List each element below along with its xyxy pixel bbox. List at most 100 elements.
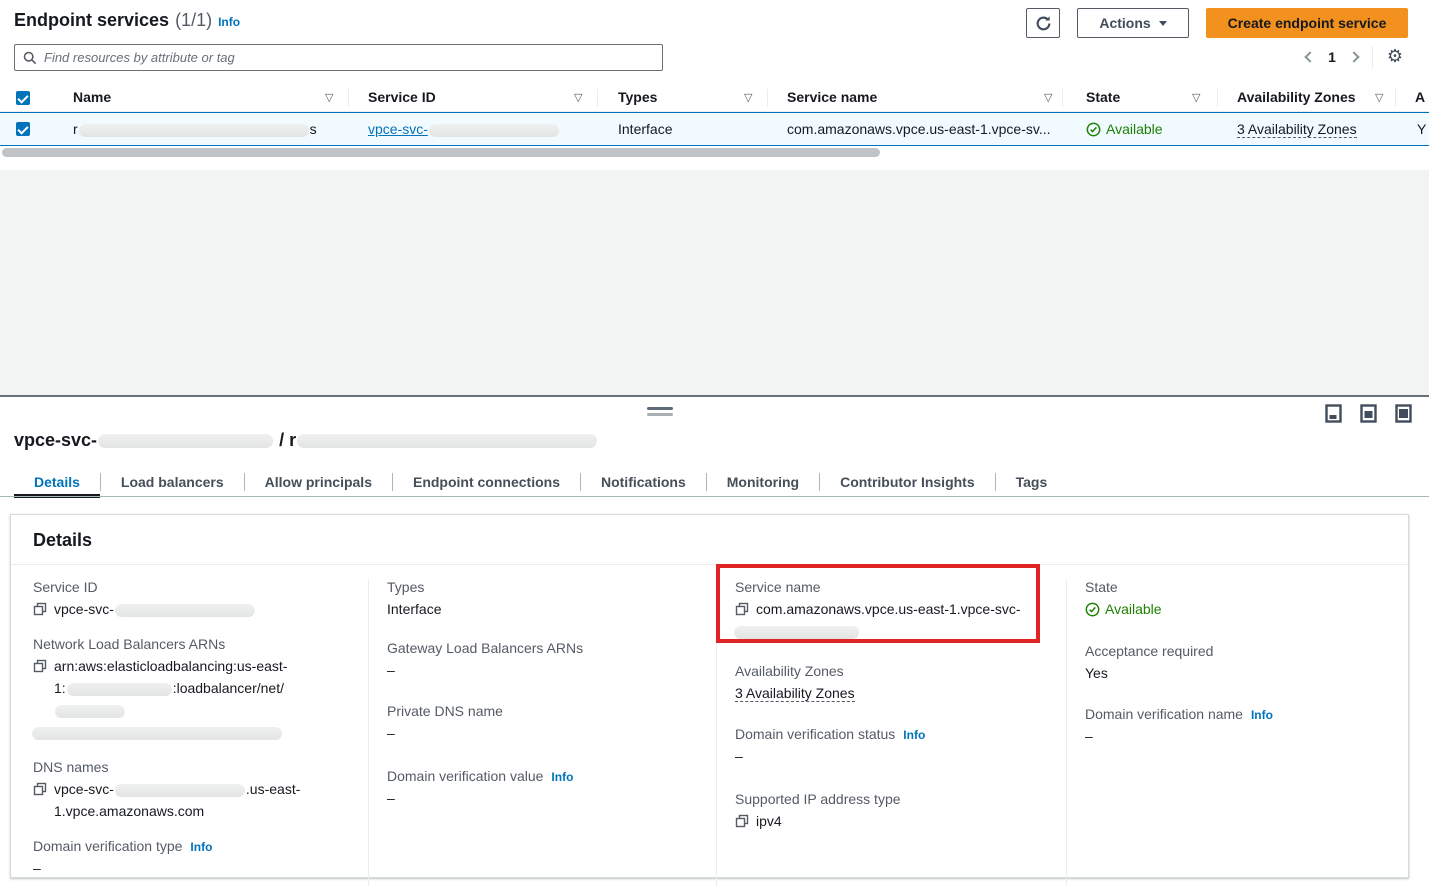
details-card: Details Service ID vpce-svc- xyxy=(10,514,1409,878)
row-service-id-link[interactable]: vpce-svc- xyxy=(368,121,560,137)
status-available-icon xyxy=(1086,122,1101,137)
copy-icon[interactable] xyxy=(33,659,47,673)
filter-availability-zones-icon[interactable]: ▽ xyxy=(1375,91,1383,104)
panel-position-full-icon[interactable] xyxy=(1395,404,1412,423)
domain-verification-status-info-link[interactable]: Info xyxy=(903,728,925,742)
state-value: Available xyxy=(1085,598,1162,620)
split-panel-drag-handle[interactable] xyxy=(647,407,673,416)
availability-zones-link[interactable]: 3 Availability Zones xyxy=(735,685,855,702)
acceptance-required-value: Yes xyxy=(1085,662,1390,684)
filter-service-id-icon[interactable]: ▽ xyxy=(574,91,582,104)
endpoint-services-page: Endpoint services (1/1) Info Actions Cre… xyxy=(0,0,1429,886)
horizontal-scrollbar xyxy=(0,148,1429,157)
settings-gear-icon[interactable]: ⚙ xyxy=(1387,48,1403,66)
tab-tags[interactable]: Tags xyxy=(996,468,1068,496)
panel-position-bottom-icon[interactable] xyxy=(1325,404,1342,423)
split-panel: vpce-svc- / r Details Load balancers All… xyxy=(0,395,1429,886)
redacted-text xyxy=(734,626,859,639)
next-page-icon[interactable] xyxy=(1348,51,1359,62)
chevron-down-icon xyxy=(1159,21,1167,26)
redacted-text xyxy=(429,124,559,137)
search-icon xyxy=(23,51,37,65)
field-dns-names: DNS names vpce-svc-.us-east-1.vpce.amazo… xyxy=(33,759,350,822)
tab-endpoint-connections[interactable]: Endpoint connections xyxy=(393,468,580,496)
filter-name-icon[interactable]: ▽ xyxy=(325,91,333,104)
field-acceptance-required: Acceptance required Yes xyxy=(1085,643,1390,684)
domain-verification-status-value: – xyxy=(735,745,1048,767)
divider xyxy=(1217,89,1218,107)
tab-details[interactable]: Details xyxy=(14,468,100,496)
ip-address-type-value: ipv4 xyxy=(756,810,782,832)
row-availability-zones-link[interactable]: 3 Availability Zones xyxy=(1237,121,1357,137)
column-header-state[interactable]: State xyxy=(1086,89,1120,105)
column-header-acceptance-cut[interactable]: A xyxy=(1415,89,1425,105)
actions-button[interactable]: Actions xyxy=(1077,8,1189,38)
domain-verification-type-info-link[interactable]: Info xyxy=(190,840,212,854)
filter-types-icon[interactable]: ▽ xyxy=(744,91,752,104)
header-info-link[interactable]: Info xyxy=(218,15,240,29)
column-header-service-id[interactable]: Service ID xyxy=(368,89,436,105)
tab-contributor-insights[interactable]: Contributor Insights xyxy=(820,468,995,496)
row-checkbox[interactable] xyxy=(16,122,30,136)
field-nlb-arns: Network Load Balancers ARNs arn:aws:elas… xyxy=(33,636,350,743)
domain-verification-value-info-link[interactable]: Info xyxy=(551,770,573,784)
tab-notifications[interactable]: Notifications xyxy=(581,468,706,496)
table-row[interactable]: rs vpce-svc- Interface com.amazonaws.vpc… xyxy=(0,112,1429,146)
status-available-icon xyxy=(1085,602,1100,617)
redacted-text xyxy=(98,434,273,448)
refresh-button[interactable] xyxy=(1026,8,1060,38)
previous-page-icon[interactable] xyxy=(1304,51,1315,62)
divider xyxy=(1395,89,1396,107)
details-card-heading: Details xyxy=(11,515,1408,565)
copy-icon[interactable] xyxy=(33,602,47,616)
field-service-name: Service name com.amazonaws.vpce.us-east-… xyxy=(735,579,1048,642)
tab-monitoring[interactable]: Monitoring xyxy=(707,468,819,496)
header-action-buttons: Actions Create endpoint service xyxy=(1026,8,1408,38)
row-types: Interface xyxy=(618,121,672,137)
tab-allow-principals[interactable]: Allow principals xyxy=(245,468,392,496)
divider xyxy=(767,89,768,107)
details-column-1: Service ID vpce-svc- Network Load Balanc… xyxy=(11,579,368,886)
filter-state-icon[interactable]: ▽ xyxy=(1192,91,1200,104)
field-types: Types Interface xyxy=(387,579,698,620)
copy-icon[interactable] xyxy=(735,814,749,828)
column-header-service-name[interactable]: Service name xyxy=(787,89,877,105)
page-number[interactable]: 1 xyxy=(1328,49,1336,65)
search-input[interactable] xyxy=(44,50,654,65)
filter-service-name-icon[interactable]: ▽ xyxy=(1044,91,1052,104)
split-panel-title: vpce-svc- / r xyxy=(14,430,598,451)
divider xyxy=(1062,89,1063,107)
refresh-icon xyxy=(1035,15,1052,32)
types-value: Interface xyxy=(387,598,698,620)
row-acceptance-cut: Y xyxy=(1417,121,1426,137)
dns-name-value: vpce-svc-.us-east-1.vpce.amazonaws.com xyxy=(54,778,300,822)
column-header-types[interactable]: Types xyxy=(618,89,657,105)
redacted-text xyxy=(115,604,255,617)
nlb-arn-value: arn:aws:elasticloadbalancing:us-east-1::… xyxy=(54,655,350,743)
row-state: Available xyxy=(1086,121,1163,137)
horizontal-scrollbar-thumb[interactable] xyxy=(2,148,880,157)
copy-icon[interactable] xyxy=(735,602,749,616)
details-column-2: Types Interface Gateway Load Balancers A… xyxy=(368,579,716,886)
domain-verification-name-info-link[interactable]: Info xyxy=(1251,708,1273,722)
details-column-3: Service name com.amazonaws.vpce.us-east-… xyxy=(716,579,1066,886)
details-card-body: Service ID vpce-svc- Network Load Balanc… xyxy=(11,565,1408,886)
field-domain-verification-status: Domain verification status Info – xyxy=(735,726,1048,767)
redacted-text xyxy=(297,434,597,448)
divider xyxy=(1372,46,1373,68)
panel-layout-controls xyxy=(1325,404,1412,423)
field-state: State Available xyxy=(1085,579,1390,623)
tab-load-balancers[interactable]: Load balancers xyxy=(101,468,244,496)
column-header-availability-zones[interactable]: Availability Zones xyxy=(1237,89,1356,105)
create-endpoint-service-button[interactable]: Create endpoint service xyxy=(1206,8,1408,38)
split-panel-tabs: Details Load balancers Allow principals … xyxy=(14,468,1067,496)
glb-arns-value: – xyxy=(387,659,698,681)
panel-position-half-icon[interactable] xyxy=(1360,404,1377,423)
column-header-name[interactable]: Name xyxy=(73,89,111,105)
page-header: Endpoint services (1/1) Info xyxy=(14,10,240,31)
row-name: rs xyxy=(73,121,317,137)
field-domain-verification-value: Domain verification value Info – xyxy=(387,768,698,809)
domain-verification-type-value: – xyxy=(33,857,350,879)
select-all-checkbox[interactable] xyxy=(16,91,30,105)
copy-icon[interactable] xyxy=(33,782,47,796)
